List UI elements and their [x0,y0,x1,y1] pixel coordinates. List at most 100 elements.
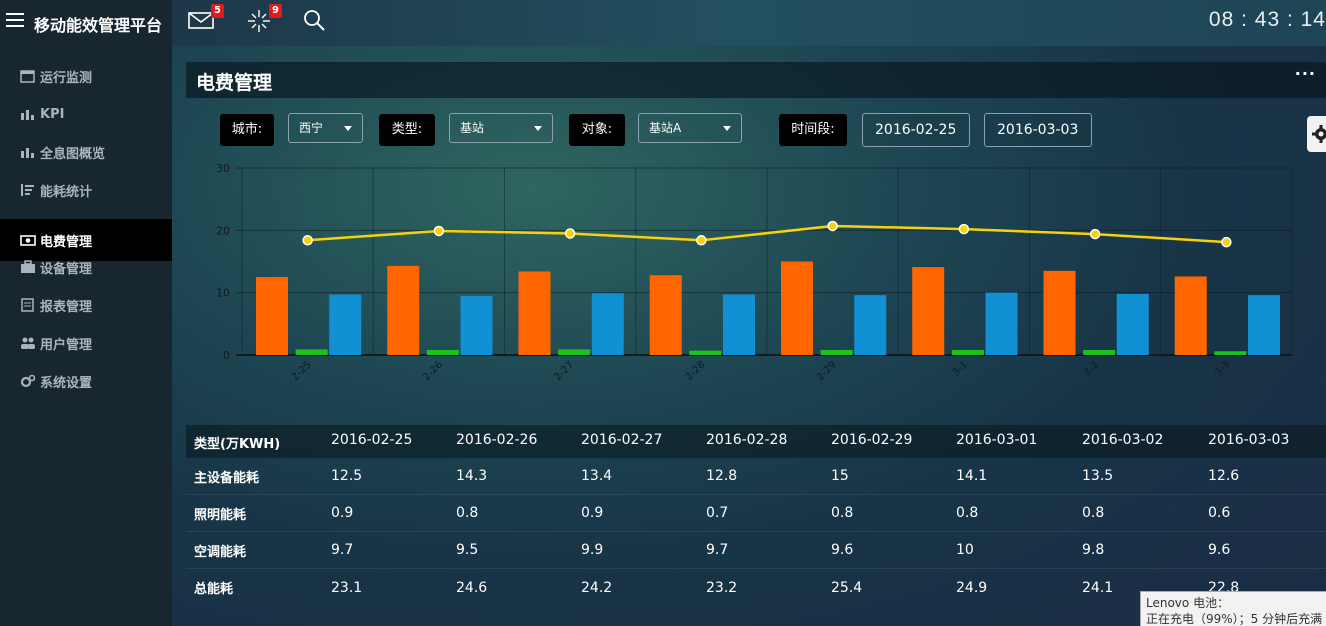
type-label: 类型: [379,114,435,146]
sidebar-item-overview[interactable]: 全息图概览 [0,133,172,171]
table-cell: 12.6 [1208,468,1240,484]
search-icon [304,10,325,31]
brand: 移动能效管理平台 [0,0,172,46]
table-cell: 14.1 [956,468,988,484]
table-cell: 0.8 [1082,505,1105,521]
table-cell: 0.8 [456,505,479,521]
table-row: 主设备能耗 12.5 14.3 13.4 12.8 15 14.1 13.5 1… [186,458,1326,495]
x-tick-label: 3-1 [951,359,970,378]
sort-list-icon [21,184,34,196]
chart-bar [985,292,1018,355]
mail-button[interactable]: 5 [188,4,224,36]
search-button[interactable] [302,8,332,36]
chevron-down-icon [344,126,352,131]
gear-icon [1312,125,1326,143]
calendar-icon [20,70,35,83]
chart-bar [329,294,362,355]
end-date-input[interactable]: 2016-03-03 [984,113,1092,147]
gears-icon [20,374,36,388]
y-tick-label: 0 [223,349,230,362]
alert-button[interactable]: 9 [246,4,282,36]
sidebar-item-energy-stats[interactable]: 能耗统计 [0,171,172,209]
sidebar-item-label: 电费管理 [40,234,93,250]
line-point [696,235,707,246]
table-header-date: 2016-02-26 [456,432,538,448]
table-cell: 9.7 [706,542,729,558]
x-tick-label: 3-2 [1082,359,1101,378]
object-select[interactable]: 基站A [638,113,742,143]
chart-bar [1248,295,1280,355]
chart-bar [951,350,984,355]
city-value: 西宁 [299,121,324,135]
chart-bar [591,293,624,355]
bar-chart-icon [21,110,34,120]
table-cell: 14.3 [456,468,488,484]
top-bar: 移动能效管理平台 5 9 08 : 43 : 14 [0,0,1326,46]
chart-bar [912,267,945,355]
sidebar-item-label: 系统设置 [40,375,93,391]
sidebar-item-label: 设备管理 [40,261,93,277]
object-label: 对象: [569,114,625,146]
chart-bar [781,261,813,355]
sidebar-item-label: 全息图概览 [40,146,106,162]
city-label: 城市: [220,114,274,146]
x-tick-label: 2-27 [552,359,576,383]
table-cell: 0.8 [956,505,979,521]
line-point [302,235,313,246]
table-cell: 0.9 [331,505,354,521]
chart-bar [854,295,887,355]
sidebar-item-monitoring[interactable]: 运行监测 [0,57,172,95]
line-point [433,225,445,237]
table-cell: 10 [956,542,974,558]
sidebar-item-devices[interactable]: 设备管理 [0,248,172,286]
sidebar: 运行监测 KPI 全息图概览 能耗统计 电费管理 设备管理 报表管理 用户管理 … [0,46,172,626]
table-header-date: 2016-02-28 [706,432,788,448]
row-label: 空调能耗 [194,544,247,560]
table-cell: 13.5 [1082,468,1114,484]
tooltip-line: Lenovo 电池： [1146,596,1230,610]
type-select[interactable]: 基站 [449,113,553,143]
y-tick-label: 20 [216,224,230,237]
sidebar-item-settings[interactable]: 系统设置 [0,362,172,400]
table-cell: 9.5 [456,542,479,558]
start-date-input[interactable]: 2016-02-25 [862,113,970,147]
x-tick-label: 3-3 [1213,359,1232,378]
more-icon[interactable]: ··· [1295,64,1316,83]
sidebar-item-label: KPI [40,106,65,122]
menu-icon[interactable] [6,13,24,27]
settings-button[interactable] [1307,116,1326,152]
table-row: 照明能耗 0.9 0.8 0.9 0.7 0.8 0.8 0.8 0.6 [186,495,1326,532]
row-label: 主设备能耗 [194,470,260,486]
object-value: 基站A [649,121,682,135]
users-icon [21,337,35,349]
table-header-row: 类型(万KWH) 2016-02-25 2016-02-26 2016-02-2… [186,425,1326,458]
table-header-type: 类型(万KWH) [194,437,281,452]
line-point [1089,228,1101,240]
table-cell: 0.6 [1208,505,1231,521]
chart-bar [295,349,328,355]
y-tick-label: 10 [216,287,230,300]
table-cell: 24.6 [456,579,488,596]
chart-bar [518,271,551,355]
type-value: 基站 [460,121,485,135]
sidebar-item-users[interactable]: 用户管理 [0,324,172,362]
sidebar-item-reports[interactable]: 报表管理 [0,286,172,324]
chart-bar [460,295,493,355]
city-select[interactable]: 西宁 [288,113,363,143]
panel-header: 电费管理 ··· [186,62,1326,98]
table-row: 空调能耗 9.7 9.5 9.9 9.7 9.6 10 9.8 9.6 [186,532,1326,569]
table-cell: 24.1 [1082,579,1114,596]
table-cell: 24.9 [956,579,988,596]
chart-bar [387,265,420,355]
table-header-date: 2016-02-25 [331,432,413,448]
table-header-date: 2016-02-29 [831,432,913,448]
table-cell: 15 [831,468,849,484]
sidebar-item-label: 报表管理 [40,299,93,315]
table-header-date: 2016-03-03 [1208,432,1290,448]
line-point [564,228,576,239]
chart-bar [1116,293,1149,355]
chart-bar [256,277,288,355]
sidebar-item-kpi[interactable]: KPI [0,95,172,133]
table-cell: 23.2 [706,579,738,596]
page-title: 电费管理 [196,72,273,94]
